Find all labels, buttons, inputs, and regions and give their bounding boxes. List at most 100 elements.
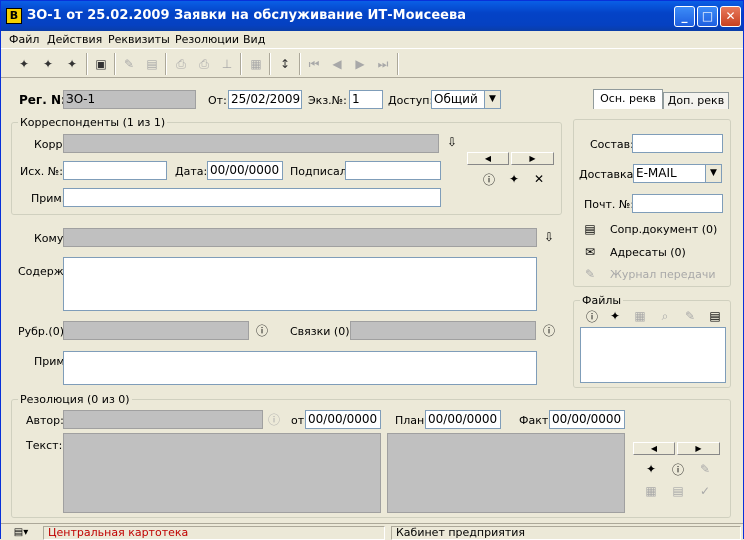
add-icon[interactable]: ✦	[506, 171, 522, 187]
copy-resolution-icon[interactable]: ▤	[670, 483, 686, 499]
stamp-icon[interactable]: ⊥	[217, 54, 237, 74]
info-icon[interactable]: ⓘ	[584, 308, 600, 324]
signed-label: Подписал:	[290, 165, 351, 178]
paste-icon[interactable]: ▤	[707, 308, 723, 324]
new-doc-icon[interactable]: ✦	[14, 54, 34, 74]
toolbar-separator	[114, 53, 116, 75]
date-label: Дата:	[175, 165, 208, 178]
fact-date-field[interactable]: 00/00/0000	[549, 410, 625, 429]
copy-no-field[interactable]: 1	[349, 90, 383, 109]
signed-field[interactable]	[345, 161, 441, 180]
download-icon[interactable]: ⇩	[541, 229, 557, 245]
print-preview-icon[interactable]: ⎙	[194, 54, 214, 74]
title-bar[interactable]: В ЗО-1 от 25.02.2009 Заявки на обслужива…	[1, 1, 743, 31]
chevron-down-icon[interactable]: ▼	[705, 165, 721, 182]
chevron-down-icon[interactable]: ▼	[484, 91, 500, 108]
delivery-label: Доставка:	[579, 168, 638, 181]
rubr-field[interactable]	[63, 321, 249, 340]
to-field[interactable]	[63, 228, 537, 247]
links-field[interactable]	[350, 321, 536, 340]
note-field[interactable]	[63, 351, 537, 385]
menu-view[interactable]: Вид	[243, 33, 265, 46]
menu-requisites[interactable]: Реквизиты	[108, 33, 170, 46]
korr-field[interactable]	[63, 134, 439, 153]
addressees-link[interactable]: Адресаты (0)	[610, 246, 686, 259]
accompanying-doc-icon[interactable]: ▤	[582, 221, 598, 237]
accompanying-doc-link[interactable]: Сопр.документ (0)	[610, 223, 717, 236]
info-icon[interactable]: ⓘ	[254, 322, 270, 338]
minimize-button[interactable]: _	[674, 6, 695, 27]
delivery-value: E-MAIL	[636, 166, 677, 180]
delete-file-icon[interactable]: ▦	[632, 308, 648, 324]
rubr-label: Рубр.(0):	[18, 325, 68, 338]
plan-date-field[interactable]: 00/00/0000	[425, 410, 501, 429]
composition-field[interactable]	[632, 134, 723, 153]
info-icon[interactable]: ⓘ	[266, 411, 282, 427]
status-cabinet-left: Центральная картотека	[43, 526, 385, 540]
info-icon[interactable]: ⓘ	[670, 461, 686, 477]
edit-icon[interactable]: ✎	[119, 54, 139, 74]
new-doc-from-icon[interactable]: ✦	[62, 54, 82, 74]
plan-label: План:	[395, 414, 428, 427]
menu-actions[interactable]: Действия	[47, 33, 102, 46]
save-icon[interactable]: ▣	[91, 54, 111, 74]
add-resolution-icon[interactable]: ✦	[643, 461, 659, 477]
info-icon[interactable]: ⓘ	[541, 322, 557, 338]
tab-main-requisites[interactable]: Осн. рекв	[593, 89, 663, 109]
files-list[interactable]	[580, 327, 726, 383]
resolution-text-field[interactable]	[63, 433, 381, 513]
log-icon[interactable]: ✎	[582, 266, 598, 282]
prev-correspondent-button[interactable]: ◀	[467, 152, 509, 165]
delivery-select[interactable]: E-MAIL ▼	[633, 164, 722, 183]
maximize-button[interactable]: □	[697, 6, 718, 27]
korr-note-field[interactable]	[63, 188, 441, 207]
new-doc-copy-icon[interactable]: ✦	[38, 54, 58, 74]
first-icon[interactable]: ⏮	[304, 54, 324, 74]
download-icon[interactable]: ⇩	[444, 134, 460, 150]
tab-extra-requisites[interactable]: Доп. рекв	[663, 92, 729, 109]
next-resolution-button[interactable]: ▶	[677, 442, 720, 455]
transfer-log-link[interactable]: Журнал передачи	[610, 268, 716, 281]
reg-number-field[interactable]: ЗО-1	[63, 90, 196, 109]
prev-icon[interactable]: ◀	[327, 54, 347, 74]
app-icon: В	[6, 8, 22, 24]
resolution-executors-field[interactable]	[387, 433, 625, 513]
next-icon[interactable]: ▶	[350, 54, 370, 74]
resolution-from-label: от	[291, 414, 305, 427]
cabinet-menu-icon[interactable]: ▤▾	[5, 524, 37, 540]
view-file-icon[interactable]: ⌕	[657, 308, 673, 324]
mail-no-field[interactable]	[632, 194, 723, 213]
access-select[interactable]: Общий ▼	[431, 90, 501, 109]
last-icon[interactable]: ⏭	[373, 54, 393, 74]
date-field[interactable]: 25/02/2009	[228, 90, 302, 109]
print-icon[interactable]: ⎙	[171, 54, 191, 74]
author-field[interactable]	[63, 410, 263, 429]
links-label: Связки (0):	[290, 325, 354, 338]
edit-resolution-icon[interactable]: ✎	[697, 461, 713, 477]
prev-resolution-button[interactable]: ◀	[633, 442, 675, 455]
out-no-field[interactable]	[63, 161, 167, 180]
toolbar-separator	[240, 53, 242, 75]
next-correspondent-button[interactable]: ▶	[511, 152, 554, 165]
scan-icon[interactable]: ▦	[246, 54, 266, 74]
addressees-icon[interactable]: ✉	[582, 244, 598, 260]
delete-icon[interactable]: ▤	[142, 54, 162, 74]
correspondent-date-field[interactable]: 00/00/0000	[207, 161, 283, 180]
toolbar: ✦ ✦ ✦ ▣ ✎ ▤ ⎙ ⎙ ⊥ ▦ ↕ ⏮ ◀ ▶ ⏭	[1, 48, 743, 78]
mail-no-label: Почт. №:	[584, 198, 635, 211]
resolution-date-field[interactable]: 00/00/0000	[305, 410, 381, 429]
delete-icon[interactable]: ✕	[531, 171, 547, 187]
edit-file-icon[interactable]: ✎	[682, 308, 698, 324]
author-label: Автор:	[26, 414, 64, 427]
close-button[interactable]: ✕	[720, 6, 741, 27]
info-icon[interactable]: ⓘ	[481, 171, 497, 187]
content-field[interactable]	[63, 257, 537, 311]
toolbar-separator	[165, 53, 167, 75]
sub-resolution-icon[interactable]: ▦	[643, 483, 659, 499]
line-spacing-icon[interactable]: ↕	[275, 54, 295, 74]
execute-resolution-icon[interactable]: ✓	[697, 483, 713, 499]
add-file-icon[interactable]: ✦	[607, 308, 623, 324]
menu-file[interactable]: Файл	[9, 33, 39, 46]
menu-resolutions[interactable]: Резолюции	[175, 33, 239, 46]
main-window: В ЗО-1 от 25.02.2009 Заявки на обслужива…	[0, 0, 744, 540]
